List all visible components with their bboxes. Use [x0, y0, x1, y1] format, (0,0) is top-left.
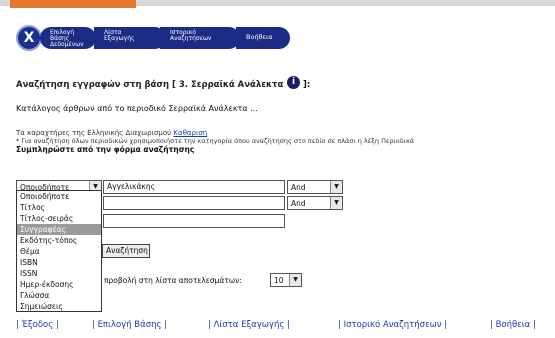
hint-periodicals: * Για αναζήτηση όλων περιοδικών χρησιμοπ…: [16, 137, 415, 145]
operator-value: And: [291, 198, 306, 208]
dropdown-option[interactable]: Συγγραφέας: [17, 224, 101, 235]
dropdown-option[interactable]: Ημερ-έκδοσης: [17, 279, 101, 290]
subtitle: Κατάλογος άρθρων από το περιοδικό Σερραϊ…: [16, 104, 258, 113]
form-instruction: Συμπληρώστε από την φόρμα αναζήτησης: [16, 145, 195, 154]
hint-keyboard: Τα καραχτήρες της Ελληνικής Διαχωρισμού …: [16, 129, 207, 137]
dropdown-option[interactable]: Τίτλος: [17, 202, 101, 213]
search-term-input-2[interactable]: [103, 196, 285, 210]
chevron-down-icon: ▼: [330, 181, 342, 193]
nav-export-list[interactable]: Λίστα Εξαγωγής: [94, 27, 166, 49]
nav-label: Δεδομένων: [50, 41, 84, 48]
footer-exit-link[interactable]: | Έξοδος |: [16, 320, 59, 330]
footer-select-database-link[interactable]: | Επιλογή Βάσης |: [92, 320, 167, 330]
dropdown-option[interactable]: Γλώσσα: [17, 290, 101, 301]
chevron-down-icon: ▼: [330, 197, 342, 209]
footer-export-list-link[interactable]: | Λίστα Εξαγωγής |: [208, 320, 290, 330]
nav-label: Εξαγωγής: [104, 35, 135, 42]
dropdown-option[interactable]: ISSN: [17, 268, 101, 279]
chevron-down-icon: ▼: [289, 274, 301, 286]
dropdown-option[interactable]: Οποιοδήποτε: [17, 191, 101, 202]
footer-search-history-link[interactable]: | Ιστορικό Αναζητήσεων |: [338, 320, 447, 330]
field-dropdown-list[interactable]: Οποιοδήποτε Τίτλος Τίτλος-σειράς Συγγραφέας…: [16, 190, 102, 312]
operator-select-2[interactable]: And ▼: [287, 196, 343, 210]
operator-value: And: [291, 182, 306, 192]
results-per-page-value: 10: [274, 275, 284, 285]
nav-select-database[interactable]: Επιλογή Βάσης Δεδομένων: [40, 27, 96, 49]
nav-label: Βοήθεια: [246, 33, 273, 41]
dropdown-option[interactable]: Θέμα: [17, 246, 101, 257]
results-per-page-select[interactable]: 10 ▼: [270, 273, 302, 287]
search-button[interactable]: Αναζήτηση: [102, 244, 150, 258]
page-title: Αναζήτηση εγγραφών στη βάση [ 3. Σερραϊκ…: [16, 80, 284, 90]
dropdown-option[interactable]: Σημειώσεις: [17, 301, 101, 312]
exit-button[interactable]: X: [16, 25, 42, 51]
orange-tab: [10, 0, 136, 8]
footer-help-link[interactable]: | Βοήθεια |: [490, 320, 536, 330]
clear-link[interactable]: Καθαριση: [173, 129, 207, 137]
search-row-2: And ▼: [103, 196, 343, 210]
nav-label: Αναζητήσεων: [170, 35, 212, 42]
nav-search-history[interactable]: Ιστορικό Αναζητήσεων: [160, 27, 240, 49]
dropdown-option[interactable]: Τίτλος-σειράς: [17, 213, 101, 224]
search-term-input-3[interactable]: [103, 214, 285, 228]
results-per-page-label: προβολή στη λίστα αποτελεσμάτων:: [104, 276, 242, 285]
operator-select-1[interactable]: And ▼: [287, 180, 343, 194]
nav-help[interactable]: Βοήθεια: [236, 27, 290, 49]
page-title-end: ]:: [303, 80, 311, 90]
info-icon[interactable]: i: [287, 76, 300, 89]
dropdown-option[interactable]: ISBN: [17, 257, 101, 268]
search-term-input-1[interactable]: Αγγελικάκης: [103, 180, 285, 194]
hint-text: Τα καραχτήρες της Ελληνικής Διαχωρισμού: [16, 129, 172, 137]
dropdown-option[interactable]: Εκδότης-τόπος: [17, 235, 101, 246]
